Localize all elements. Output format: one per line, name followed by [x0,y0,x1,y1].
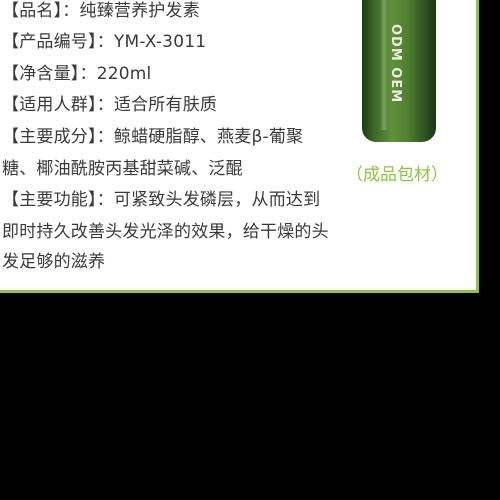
card-border-right [476,0,479,293]
info-line-net-content: 【净含量】：220ml [2,64,152,84]
info-line-product-code: 【产品编号】：YM-X-3011 [2,32,207,52]
info-line-product-name: 【品名】：纯臻营养护发素 [2,1,200,21]
product-info-card: 【品名】：纯臻营养护发素 【产品编号】：YM-X-3011 【净含量】：220m… [0,0,476,290]
product-caption: （成品包材） [346,165,448,185]
bottle-highlight [380,0,388,130]
info-line-target-users: 【适用人群】：适合所有肤质 [2,95,218,115]
info-line-ingredients: 【主要成分】：鲸蜡硬脂醇、燕麦β-葡聚 [2,127,304,147]
bottle-label: ODM OEM [388,24,403,104]
info-line-ingredients-cont: 糖、椰油酰胺丙基甜菜碱、泛醌 [2,159,243,179]
info-line-functions: 【主要功能】：可紧致头发磷层，从而达到 [2,190,321,210]
info-line-functions-cont-1: 即时持久改善头发光泽的效果，给干燥的头 [2,222,329,242]
card-border-bottom [0,290,479,293]
info-line-functions-cont-2: 发足够的滋养 [2,252,106,272]
